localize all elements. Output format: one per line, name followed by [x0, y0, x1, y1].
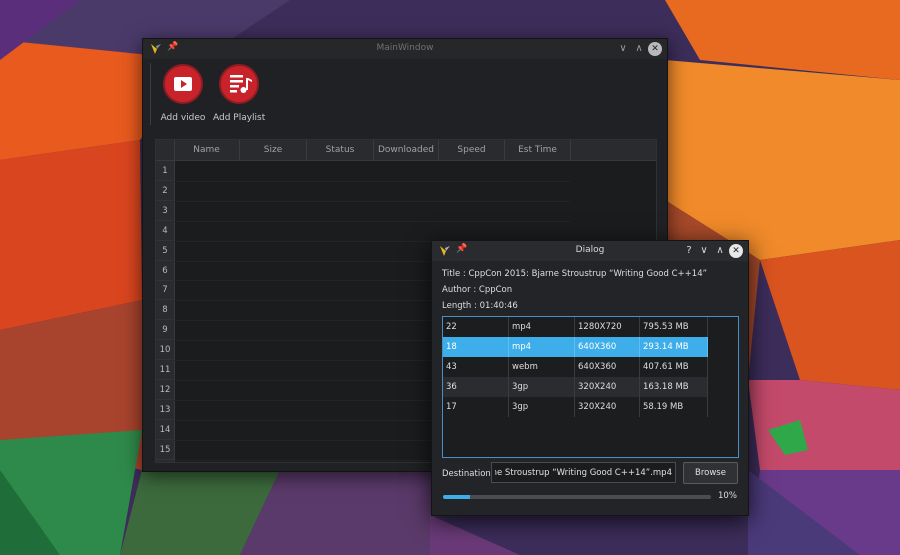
- row-number[interactable]: 4: [156, 221, 174, 241]
- column-header-speed[interactable]: Speed: [439, 140, 505, 160]
- add-playlist-label: Add Playlist: [213, 113, 266, 123]
- row-number[interactable]: 9: [156, 320, 174, 341]
- row-number[interactable]: 10: [156, 340, 174, 361]
- chevron-down-icon: ∨: [619, 43, 627, 54]
- play-icon: [163, 64, 203, 104]
- format-list[interactable]: 22 mp4 1280X720 795.53 MB 18 mp4 640X360 293.14…: [442, 316, 739, 458]
- column-header-name[interactable]: Name: [174, 140, 240, 160]
- format-list-item[interactable]: 22 mp4 1280X720 795.53 MB: [443, 317, 708, 337]
- row-number[interactable]: 7: [156, 280, 174, 301]
- format-list-item[interactable]: 18 mp4 640X360 293.14 MB: [443, 337, 708, 357]
- format-extension: mp4: [509, 337, 575, 357]
- close-icon: ✕: [732, 246, 740, 256]
- row-number[interactable]: 14: [156, 420, 174, 440]
- format-extension: webm: [509, 357, 575, 377]
- video-author-text: Author : CppCon: [442, 285, 513, 295]
- format-extension: 3gp: [509, 377, 575, 397]
- help-button[interactable]: ?: [682, 244, 696, 258]
- column-header-size[interactable]: Size: [240, 140, 307, 160]
- row-header: 1 2 3 4 5 6 7 8 9 10 11 12 13 14 15: [156, 161, 175, 462]
- format-code: 36: [443, 377, 509, 397]
- format-size: 58.19 MB: [640, 397, 708, 417]
- column-header-downloaded[interactable]: Downloaded: [374, 140, 439, 160]
- close-button[interactable]: ✕: [729, 244, 743, 258]
- row-number[interactable]: 6: [156, 261, 174, 281]
- table-header: Name Size Status Downloaded Speed Est Ti…: [156, 140, 656, 161]
- close-button[interactable]: ✕: [648, 42, 662, 56]
- row-number[interactable]: 15: [156, 440, 174, 460]
- toolbar-handle[interactable]: [150, 63, 151, 125]
- row-number[interactable]: 11: [156, 360, 174, 380]
- minimize-button[interactable]: ∨: [697, 244, 711, 258]
- format-resolution: 640X360: [575, 357, 640, 377]
- format-code: 18: [443, 337, 509, 357]
- window-title: MainWindow: [376, 43, 434, 53]
- format-code: 17: [443, 397, 509, 417]
- format-size: 163.18 MB: [640, 377, 708, 397]
- column-header-est-time[interactable]: Est Time: [505, 140, 571, 160]
- progress-percent-text: 10%: [718, 491, 737, 501]
- chevron-up-icon: ∧: [635, 43, 643, 54]
- format-list-item[interactable]: 43 webm 640X360 407.61 MB: [443, 357, 708, 377]
- format-resolution: 1280X720: [575, 317, 640, 337]
- column-header-status[interactable]: Status: [307, 140, 374, 160]
- row-number[interactable]: 5: [156, 241, 174, 261]
- add-video-button[interactable]: Add video: [157, 64, 209, 126]
- format-size: 795.53 MB: [640, 317, 708, 337]
- format-resolution: 320X240: [575, 397, 640, 417]
- chevron-down-icon: ∨: [700, 245, 708, 256]
- playlist-music-icon: [219, 64, 259, 104]
- maximize-button[interactable]: ∧: [632, 42, 646, 56]
- dialog-titlebar[interactable]: 📌 Dialog ? ∨ ∧ ✕: [432, 241, 748, 261]
- video-length-text: Length : 01:40:46: [442, 301, 518, 311]
- destination-label: Destination: [442, 469, 491, 479]
- row-number[interactable]: 12: [156, 380, 174, 400]
- minimize-button[interactable]: ∨: [616, 42, 630, 56]
- destination-input[interactable]: [491, 462, 676, 483]
- main-window-titlebar[interactable]: 📌 MainWindow ∨ ∧ ✕: [143, 39, 667, 59]
- add-playlist-button[interactable]: Add Playlist: [213, 64, 265, 126]
- row-number[interactable]: 1: [156, 161, 174, 181]
- format-extension: mp4: [509, 317, 575, 337]
- help-icon: ?: [686, 245, 692, 256]
- format-size: 407.61 MB: [640, 357, 708, 377]
- table-row: [174, 180, 570, 182]
- row-number[interactable]: 2: [156, 181, 174, 201]
- row-number[interactable]: 3: [156, 201, 174, 221]
- format-resolution: 640X360: [575, 337, 640, 357]
- main-toolbar: Add video Add Playlist: [143, 59, 667, 135]
- row-number[interactable]: 8: [156, 300, 174, 321]
- maximize-button[interactable]: ∧: [713, 244, 727, 258]
- corner-button[interactable]: [156, 140, 175, 160]
- format-dialog: 📌 Dialog ? ∨ ∧ ✕ Title : CppCon 2015: Bj…: [431, 240, 749, 516]
- add-video-label: Add video: [160, 113, 206, 123]
- table-row: [174, 220, 570, 222]
- close-icon: ✕: [651, 44, 659, 54]
- table-row: [174, 200, 570, 202]
- format-code: 22: [443, 317, 509, 337]
- row-number[interactable]: 13: [156, 400, 174, 420]
- format-list-item[interactable]: 36 3gp 320X240 163.18 MB: [443, 377, 708, 397]
- browse-button[interactable]: Browse: [683, 462, 738, 484]
- format-list-item[interactable]: 17 3gp 320X240 58.19 MB: [443, 397, 708, 417]
- video-title-text: Title : CppCon 2015: Bjarne Stroustrup “…: [442, 269, 708, 279]
- format-resolution: 320X240: [575, 377, 640, 397]
- format-extension: 3gp: [509, 397, 575, 417]
- download-progress-bar: [443, 495, 711, 499]
- progress-fill: [443, 495, 470, 499]
- format-size: 293.14 MB: [640, 337, 708, 357]
- format-code: 43: [443, 357, 509, 377]
- chevron-up-icon: ∧: [716, 245, 724, 256]
